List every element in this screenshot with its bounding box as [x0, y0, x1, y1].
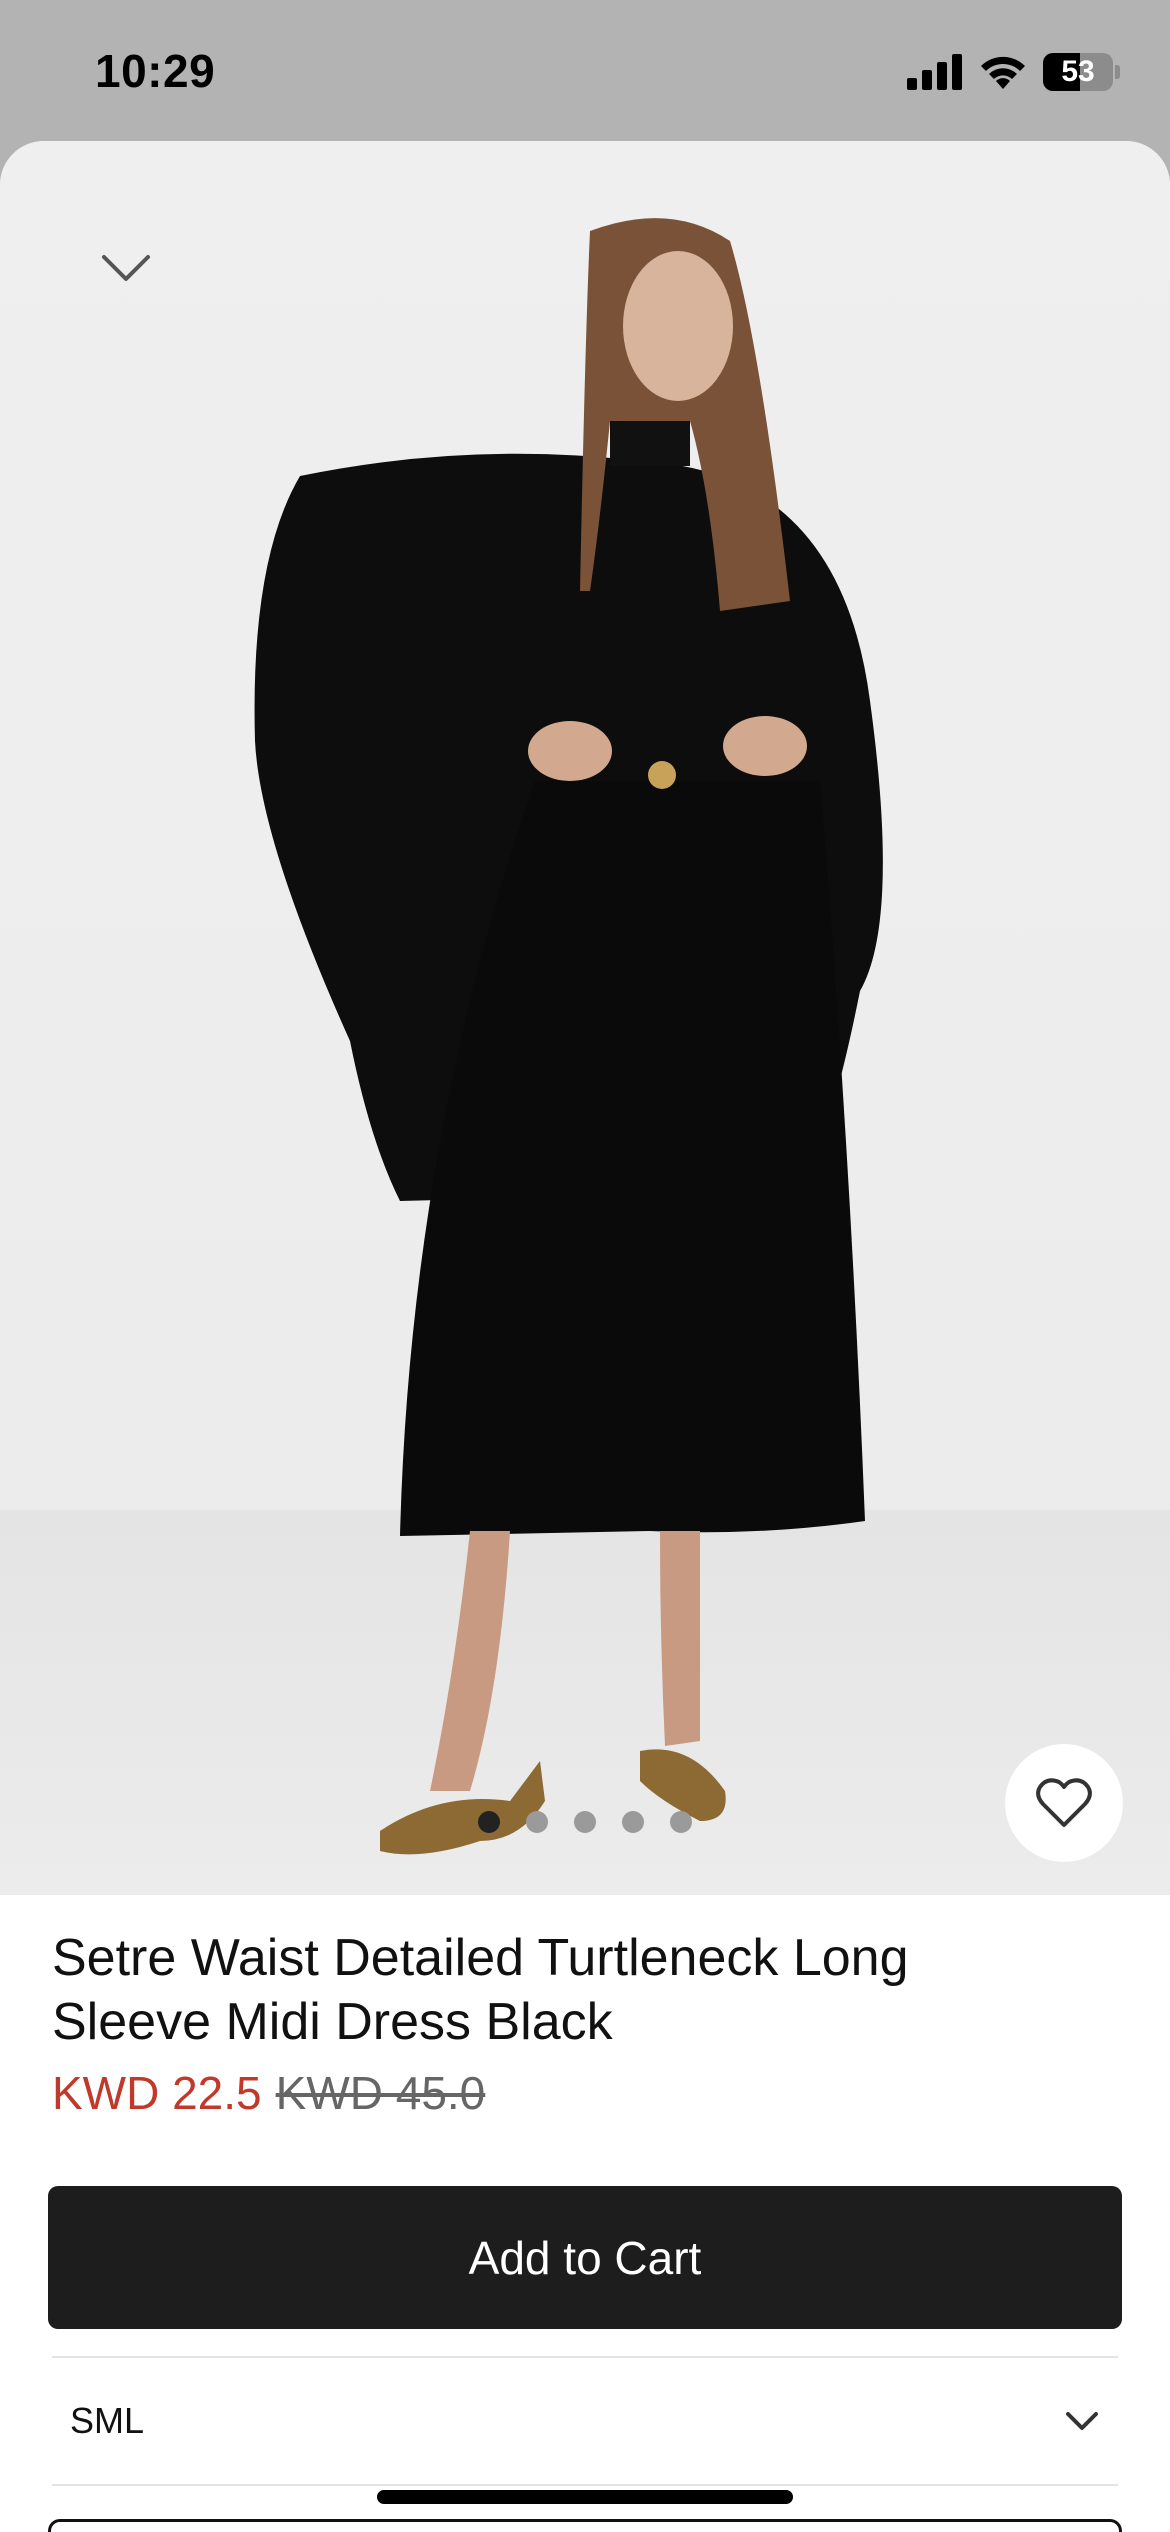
sale-price: KWD 22.5 [52, 2067, 262, 2119]
pagination-dot[interactable] [622, 1811, 644, 1833]
collapse-chevron-icon[interactable] [90, 241, 162, 297]
original-price: KWD 45.0 [275, 2067, 486, 2119]
cellular-signal-icon [907, 54, 962, 90]
pagination-dot[interactable] [478, 1811, 500, 1833]
heart-icon [1036, 1778, 1092, 1827]
pagination-dot[interactable] [574, 1811, 596, 1833]
add-to-cart-button[interactable]: Add to Cart [48, 2186, 1122, 2329]
pagination-dot[interactable] [670, 1811, 692, 1833]
product-sheet: Setre Waist Detailed Turtleneck Long Sle… [0, 141, 1170, 2532]
next-section-box[interactable] [48, 2519, 1122, 2532]
chevron-down-icon [1066, 2412, 1098, 2430]
wishlist-button[interactable] [1005, 1744, 1123, 1862]
home-indicator[interactable] [377, 2490, 793, 2504]
status-bar: 10:29 53 [0, 0, 1170, 141]
product-title: Setre Waist Detailed Turtleneck Long Sle… [52, 1929, 909, 2051]
status-icons: 53 [907, 50, 1120, 94]
battery-icon: 53 [1043, 53, 1113, 91]
wifi-icon [981, 56, 1025, 89]
size-selector-value: SML [70, 2400, 145, 2441]
product-photo [254, 218, 883, 1855]
divider [52, 2484, 1118, 2486]
price-row: KWD 22.5 KWD 45.0 [52, 2066, 485, 2120]
size-selector[interactable]: SML [52, 2358, 1118, 2484]
battery-cap [1115, 65, 1120, 79]
status-time: 10:29 [95, 45, 216, 97]
pagination-dot[interactable] [526, 1811, 548, 1833]
battery-level: 53 [1061, 55, 1095, 88]
product-image-gallery[interactable] [0, 141, 1170, 1895]
gallery-pagination [478, 1811, 692, 1833]
